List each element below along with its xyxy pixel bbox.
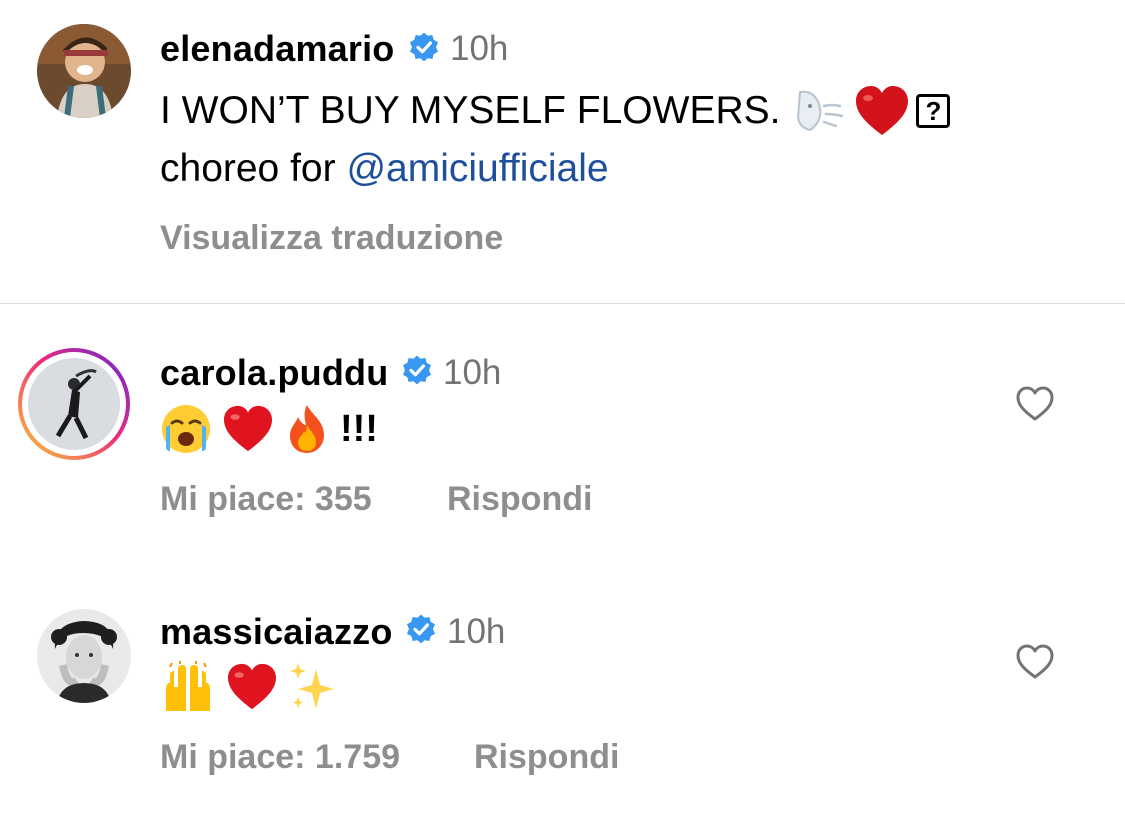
like-heart-icon[interactable] [1015, 642, 1055, 682]
comment-timestamp: 10h [443, 353, 502, 392]
caption-text-prefix: choreo for [160, 147, 347, 190]
like-heart-icon[interactable] [1015, 384, 1055, 424]
commenter-username[interactable]: massicaiazzo [160, 611, 393, 653]
reply-button[interactable]: Rispondi [447, 480, 592, 519]
caption-line-1: I WON’T BUY MYSELF FLOWERS. ? [160, 85, 951, 137]
avatar [28, 358, 120, 450]
comment-suffix: !!! [340, 407, 378, 450]
verified-badge-icon [403, 355, 431, 385]
wind-face-icon [797, 90, 844, 132]
red-heart-icon [224, 405, 272, 452]
post-timestamp: 10h [450, 29, 509, 68]
fire-icon [290, 405, 324, 453]
loudly-crying-face-icon [162, 405, 210, 453]
author-username[interactable]: elenadamario [160, 28, 395, 70]
avatar[interactable] [37, 609, 131, 703]
caption-text: I WON’T BUY MYSELF FLOWERS. [160, 89, 781, 132]
comment-timestamp: 10h [447, 612, 506, 651]
unknown-glyph-icon: ? [916, 94, 951, 128]
reply-button[interactable]: Rispondi [474, 738, 619, 777]
commenter-avatar-photo [37, 609, 131, 703]
red-heart-icon [228, 663, 276, 710]
commenter-avatar-photo [28, 358, 120, 450]
mention-link[interactable]: @amiciufficiale [346, 147, 608, 190]
raising-hands-icon [166, 661, 210, 711]
verified-badge-icon [407, 614, 435, 644]
verified-badge-icon [410, 32, 438, 62]
author-avatar-photo [37, 24, 131, 118]
like-count[interactable]: Mi piace: 1.759 [160, 738, 400, 777]
comment-text [160, 661, 336, 713]
like-count[interactable]: Mi piace: 355 [160, 480, 372, 519]
sparkles-icon [290, 663, 334, 709]
comment-text: !!! [160, 403, 378, 455]
red-heart-icon [856, 86, 909, 135]
caption-line-2: choreo for @amiciufficiale [160, 147, 609, 191]
avatar[interactable] [37, 24, 131, 118]
divider [0, 303, 1125, 304]
translate-button[interactable]: Visualizza traduzione [160, 219, 503, 258]
story-ring[interactable] [18, 348, 130, 460]
commenter-username[interactable]: carola.puddu [160, 352, 388, 394]
